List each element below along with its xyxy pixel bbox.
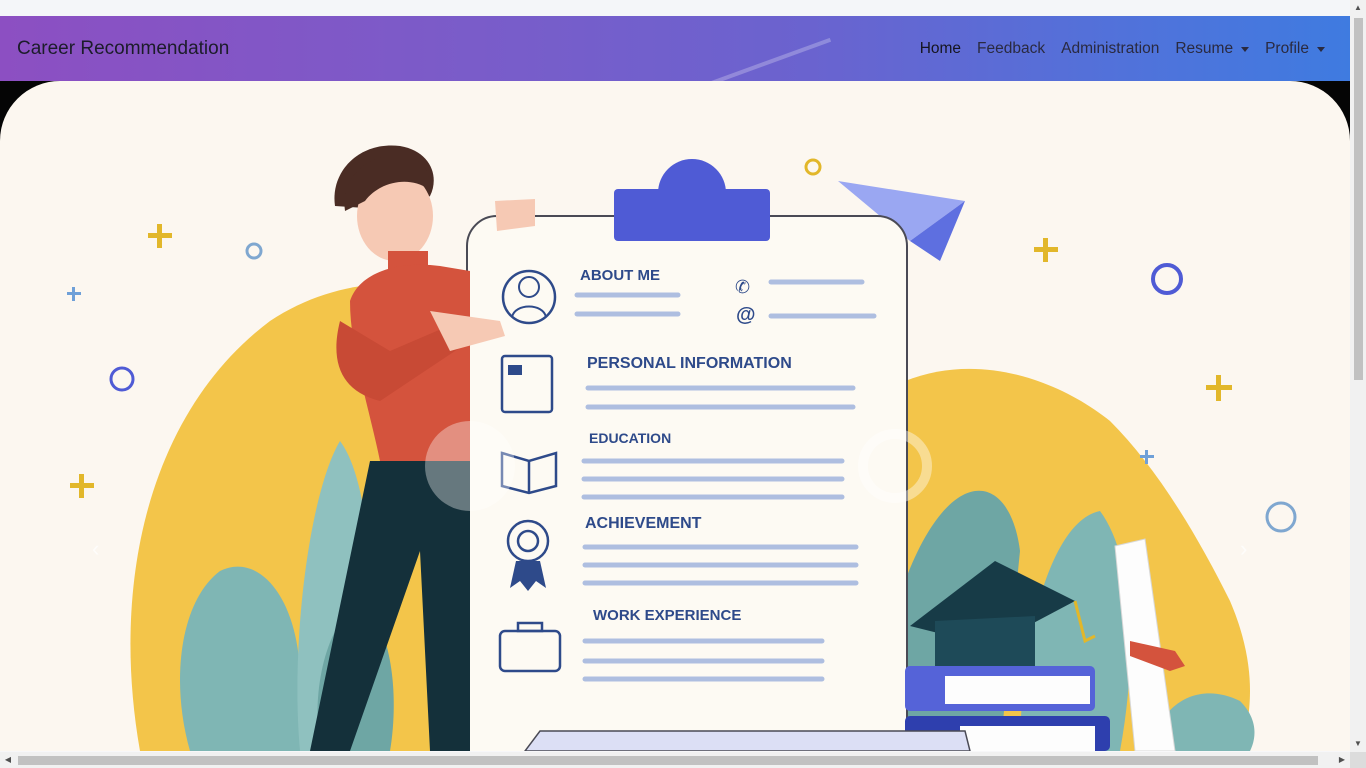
resume-illustration: ✆ @ ABOUT ME PERSONAL INFORMATION EDUCAT… bbox=[67, 145, 1297, 751]
section-education: EDUCATION bbox=[589, 430, 671, 446]
scrollbar-corner bbox=[1350, 752, 1366, 768]
vertical-scrollbar[interactable]: ▲ ▼ bbox=[1350, 0, 1366, 752]
section-achievement: ACHIEVEMENT bbox=[585, 515, 702, 532]
nav-resume-label: Resume bbox=[1175, 39, 1234, 57]
nav-home[interactable]: Home bbox=[912, 40, 969, 58]
scroll-left-icon[interactable]: ◀ bbox=[0, 752, 16, 768]
nav-links: Home Feedback Administration Resume Prof… bbox=[912, 40, 1333, 58]
horizontal-scrollbar[interactable]: ◀ ▶ bbox=[0, 752, 1350, 768]
section-personal-information: PERSONAL INFORMATION bbox=[587, 355, 792, 372]
browser-top-strip bbox=[0, 0, 1350, 16]
navbar: Career Recommendation Home Feedback Admi… bbox=[0, 16, 1350, 81]
scroll-down-icon[interactable]: ▼ bbox=[1350, 736, 1366, 752]
section-work-experience: WORK EXPERIENCE bbox=[593, 607, 741, 624]
scroll-up-icon[interactable]: ▲ bbox=[1350, 0, 1366, 16]
svg-text:✆: ✆ bbox=[735, 277, 750, 297]
caret-down-icon bbox=[1241, 47, 1250, 52]
nav-administration[interactable]: Administration bbox=[1053, 40, 1167, 58]
nav-resume-dropdown[interactable]: Resume bbox=[1167, 40, 1257, 58]
hero-carousel-slide: ✆ @ ABOUT ME PERSONAL INFORMATION EDUCAT… bbox=[0, 81, 1350, 751]
chevron-right-icon[interactable]: › bbox=[1240, 536, 1247, 562]
navbar-decoration bbox=[670, 37, 832, 81]
scroll-right-icon[interactable]: ▶ bbox=[1334, 752, 1350, 768]
nav-profile-label: Profile bbox=[1265, 39, 1309, 57]
vertical-scroll-thumb[interactable] bbox=[1354, 18, 1363, 380]
chevron-left-icon[interactable]: ‹ bbox=[92, 536, 99, 562]
section-about-me: ABOUT ME bbox=[580, 267, 660, 284]
svg-text:@: @ bbox=[736, 304, 756, 326]
caret-down-icon bbox=[1317, 47, 1325, 52]
nav-feedback[interactable]: Feedback bbox=[969, 40, 1053, 58]
brand-link[interactable]: Career Recommendation bbox=[17, 38, 229, 60]
horizontal-scroll-thumb[interactable] bbox=[18, 756, 1318, 765]
nav-profile-dropdown[interactable]: Profile bbox=[1257, 40, 1333, 58]
